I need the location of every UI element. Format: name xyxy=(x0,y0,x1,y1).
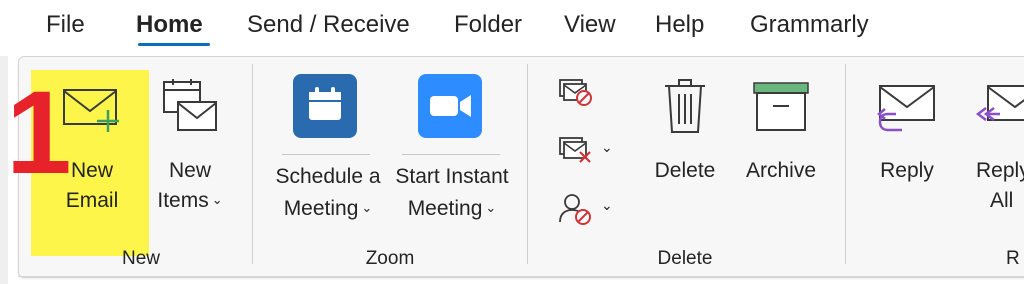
archive-label: Archive xyxy=(745,159,817,182)
group-separator xyxy=(252,64,253,264)
new-email-label-1: New xyxy=(70,159,113,182)
junk-button[interactable]: ⌄ xyxy=(556,192,618,226)
ignore-button[interactable] xyxy=(556,76,596,110)
chevron-down-icon: ⌄ xyxy=(485,200,497,215)
schedule-meeting-button[interactable]: Schedule a Meeting ⌄ xyxy=(266,70,390,230)
ribbon-tab-bar: File Home Send / Receive Folder View Hel… xyxy=(0,0,1024,52)
delete-label: Delete xyxy=(654,159,716,182)
new-items-label-1: New xyxy=(168,159,211,182)
chevron-down-icon: ⌄ xyxy=(211,192,223,207)
new-email-label-2: Email xyxy=(65,189,119,212)
tab-file[interactable]: File xyxy=(46,10,85,40)
ignore-conversation-icon xyxy=(559,79,592,106)
archive-button[interactable]: Archive xyxy=(736,72,826,212)
calendar-icon xyxy=(293,74,357,138)
envelope-plus-icon xyxy=(63,89,119,132)
tab-home[interactable]: Home xyxy=(136,10,203,40)
chevron-down-icon: ⌄ xyxy=(601,139,613,155)
tab-grammarly[interactable]: Grammarly xyxy=(750,10,869,40)
start-meeting-label-line2: Meeting ⌄ xyxy=(388,196,516,224)
new-items-icon xyxy=(163,79,217,131)
tab-folder[interactable]: Folder xyxy=(454,10,522,40)
delete-button[interactable]: Delete xyxy=(640,72,730,212)
reply-icon xyxy=(877,85,935,132)
zoom-divider-line xyxy=(402,154,500,155)
video-camera-icon xyxy=(418,74,482,138)
group-label-new: New xyxy=(121,248,160,269)
group-separator xyxy=(527,64,528,264)
reply-all-icon xyxy=(975,85,1024,121)
reply-all-button[interactable]: Reply All xyxy=(966,72,1024,212)
reply-all-label-1: Reply xyxy=(976,159,1024,182)
tab-help[interactable]: Help xyxy=(655,10,704,40)
reply-label: Reply xyxy=(880,159,934,182)
start-meeting-label-1: Start Instant xyxy=(395,165,509,188)
chevron-down-icon: ⌄ xyxy=(601,197,613,213)
schedule-meeting-label-line2: Meeting ⌄ xyxy=(266,196,390,224)
new-items-label-line2: Items ⌄ xyxy=(146,188,234,216)
archive-box-icon xyxy=(753,82,809,131)
clean-up-icon xyxy=(559,137,591,163)
start-instant-meeting-button[interactable]: Start Instant Meeting ⌄ xyxy=(388,70,516,230)
ribbon-bottom-border xyxy=(18,276,1024,277)
chevron-down-icon: ⌄ xyxy=(361,200,373,215)
group-separator xyxy=(845,64,846,264)
group-label-zoom: Zoom xyxy=(365,248,415,269)
tab-send-receive[interactable]: Send / Receive xyxy=(247,10,410,40)
trash-icon xyxy=(665,79,705,133)
group-label-respond: R xyxy=(1006,248,1020,269)
group-label-delete: Delete xyxy=(657,248,713,269)
new-items-button[interactable]: New Items ⌄ xyxy=(146,72,234,222)
zoom-divider-line xyxy=(282,154,370,155)
schedule-meeting-label-2: Meeting xyxy=(283,197,359,220)
start-meeting-label-2: Meeting xyxy=(407,197,483,220)
new-items-label-2: Items xyxy=(157,189,209,212)
active-tab-indicator xyxy=(138,43,210,46)
reply-button[interactable]: Reply xyxy=(862,72,952,212)
clean-up-button[interactable]: ⌄ xyxy=(556,134,618,168)
new-email-button[interactable]: New Email xyxy=(40,72,144,222)
schedule-meeting-label-1: Schedule a xyxy=(275,165,381,188)
reply-all-label-2: All xyxy=(990,189,1014,212)
block-sender-icon xyxy=(559,194,591,225)
tab-view[interactable]: View xyxy=(564,10,616,40)
